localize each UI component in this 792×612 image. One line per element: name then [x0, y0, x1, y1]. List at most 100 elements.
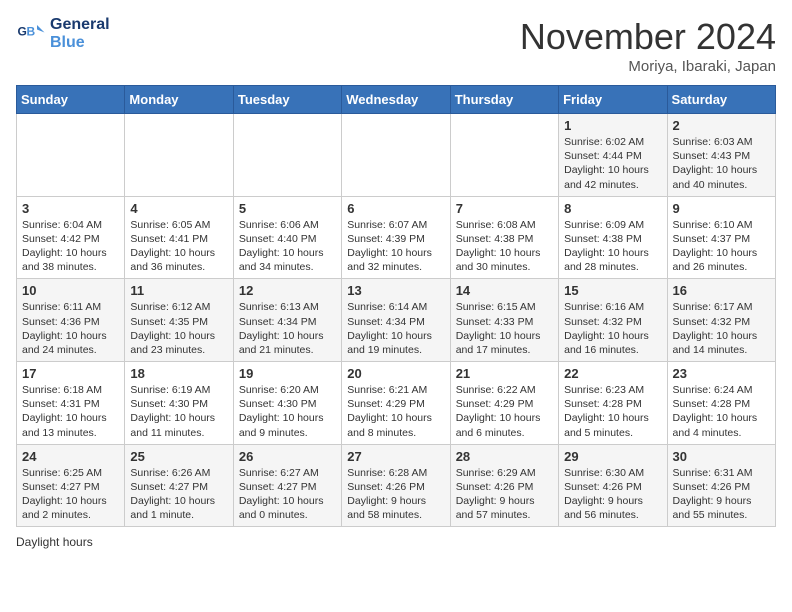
day-number: 3: [22, 201, 119, 216]
calendar-cell: [342, 114, 450, 197]
location-title: Moriya, Ibaraki, Japan: [520, 58, 776, 75]
calendar-cell: 30 Sunrise: 6:31 AMSunset: 4:26 PMDayligh…: [667, 444, 775, 527]
day-info: Sunrise: 6:16 AMSunset: 4:32 PMDaylight:…: [564, 300, 661, 357]
day-info: Sunrise: 6:15 AMSunset: 4:33 PMDaylight:…: [456, 300, 553, 357]
day-info: Sunrise: 6:29 AMSunset: 4:26 PMDaylight:…: [456, 466, 553, 523]
calendar-day-header: Saturday: [667, 86, 775, 114]
calendar-cell: [233, 114, 341, 197]
calendar-day-header: Tuesday: [233, 86, 341, 114]
day-number: 24: [22, 449, 119, 464]
day-info: Sunrise: 6:12 AMSunset: 4:35 PMDaylight:…: [130, 300, 227, 357]
calendar-cell: 24 Sunrise: 6:25 AMSunset: 4:27 PMDayligh…: [17, 444, 125, 527]
calendar-week-row: 10 Sunrise: 6:11 AMSunset: 4:36 PMDayligh…: [17, 279, 776, 362]
calendar-cell: 3 Sunrise: 6:04 AMSunset: 4:42 PMDaylight…: [17, 196, 125, 279]
day-number: 22: [564, 366, 661, 381]
calendar-day-header: Monday: [125, 86, 233, 114]
calendar-day-header: Sunday: [17, 86, 125, 114]
day-info: Sunrise: 6:23 AMSunset: 4:28 PMDaylight:…: [564, 383, 661, 440]
day-info: Sunrise: 6:09 AMSunset: 4:38 PMDaylight:…: [564, 218, 661, 275]
calendar-cell: 26 Sunrise: 6:27 AMSunset: 4:27 PMDayligh…: [233, 444, 341, 527]
day-info: Sunrise: 6:25 AMSunset: 4:27 PMDaylight:…: [22, 466, 119, 523]
day-info: Sunrise: 6:27 AMSunset: 4:27 PMDaylight:…: [239, 466, 336, 523]
day-info: Sunrise: 6:06 AMSunset: 4:40 PMDaylight:…: [239, 218, 336, 275]
day-number: 29: [564, 449, 661, 464]
day-number: 18: [130, 366, 227, 381]
day-number: 8: [564, 201, 661, 216]
day-info: Sunrise: 6:22 AMSunset: 4:29 PMDaylight:…: [456, 383, 553, 440]
day-info: Sunrise: 6:11 AMSunset: 4:36 PMDaylight:…: [22, 300, 119, 357]
day-info: Sunrise: 6:31 AMSunset: 4:26 PMDaylight:…: [673, 466, 770, 523]
day-number: 26: [239, 449, 336, 464]
calendar-cell: 5 Sunrise: 6:06 AMSunset: 4:40 PMDaylight…: [233, 196, 341, 279]
day-number: 30: [673, 449, 770, 464]
calendar-cell: 22 Sunrise: 6:23 AMSunset: 4:28 PMDayligh…: [559, 362, 667, 445]
calendar-cell: 17Sunrise: 6:18 AMSunset: 4:31 PMDayligh…: [17, 362, 125, 445]
calendar-cell: 23Sunrise: 6:24 AMSunset: 4:28 PMDayligh…: [667, 362, 775, 445]
day-number: 20: [347, 366, 444, 381]
day-info: Sunrise: 6:03 AMSunset: 4:43 PMDaylight:…: [673, 135, 770, 192]
day-info: Sunrise: 6:13 AMSunset: 4:34 PMDaylight:…: [239, 300, 336, 357]
calendar-cell: 21 Sunrise: 6:22 AMSunset: 4:29 PMDayligh…: [450, 362, 558, 445]
day-info: Sunrise: 6:04 AMSunset: 4:42 PMDaylight:…: [22, 218, 119, 275]
calendar-cell: 14 Sunrise: 6:15 AMSunset: 4:33 PMDayligh…: [450, 279, 558, 362]
calendar-cell: 12 Sunrise: 6:13 AMSunset: 4:34 PMDayligh…: [233, 279, 341, 362]
day-number: 6: [347, 201, 444, 216]
calendar-cell: 15Sunrise: 6:16 AMSunset: 4:32 PMDayligh…: [559, 279, 667, 362]
day-number: 14: [456, 283, 553, 298]
day-number: 11: [130, 283, 227, 298]
calendar-cell: 19Sunrise: 6:20 AMSunset: 4:30 PMDayligh…: [233, 362, 341, 445]
day-info: Sunrise: 6:28 AMSunset: 4:26 PMDaylight:…: [347, 466, 444, 523]
day-number: 9: [673, 201, 770, 216]
calendar-cell: 16Sunrise: 6:17 AMSunset: 4:32 PMDayligh…: [667, 279, 775, 362]
calendar-cell: [450, 114, 558, 197]
calendar-cell: 1Sunrise: 6:02 AMSunset: 4:44 PMDaylight…: [559, 114, 667, 197]
calendar-table: SundayMondayTuesdayWednesdayThursdayFrid…: [16, 85, 776, 527]
day-info: Sunrise: 6:08 AMSunset: 4:38 PMDaylight:…: [456, 218, 553, 275]
calendar-week-row: 24 Sunrise: 6:25 AMSunset: 4:27 PMDayligh…: [17, 444, 776, 527]
day-number: 21: [456, 366, 553, 381]
calendar-cell: 4 Sunrise: 6:05 AMSunset: 4:41 PMDaylight…: [125, 196, 233, 279]
logo-icon: G B: [16, 19, 46, 49]
logo-line1: General: [50, 16, 110, 34]
svg-text:B: B: [27, 24, 36, 38]
day-info: Sunrise: 6:26 AMSunset: 4:27 PMDaylight:…: [130, 466, 227, 523]
calendar-body: 1Sunrise: 6:02 AMSunset: 4:44 PMDaylight…: [17, 114, 776, 527]
calendar-cell: 11 Sunrise: 6:12 AMSunset: 4:35 PMDayligh…: [125, 279, 233, 362]
month-title: November 2024: [520, 16, 776, 58]
day-number: 1: [564, 118, 661, 133]
svg-text:G: G: [18, 24, 27, 38]
day-number: 27: [347, 449, 444, 464]
day-info: Sunrise: 6:14 AMSunset: 4:34 PMDaylight:…: [347, 300, 444, 357]
calendar-cell: 28 Sunrise: 6:29 AMSunset: 4:26 PMDayligh…: [450, 444, 558, 527]
calendar-day-header: Wednesday: [342, 86, 450, 114]
day-info: Sunrise: 6:05 AMSunset: 4:41 PMDaylight:…: [130, 218, 227, 275]
calendar-cell: 9 Sunrise: 6:10 AMSunset: 4:37 PMDaylight…: [667, 196, 775, 279]
calendar-day-header: Friday: [559, 86, 667, 114]
day-number: 12: [239, 283, 336, 298]
day-number: 23: [673, 366, 770, 381]
calendar-week-row: 3 Sunrise: 6:04 AMSunset: 4:42 PMDaylight…: [17, 196, 776, 279]
day-info: Sunrise: 6:19 AMSunset: 4:30 PMDaylight:…: [130, 383, 227, 440]
day-number: 4: [130, 201, 227, 216]
day-info: Sunrise: 6:20 AMSunset: 4:30 PMDaylight:…: [239, 383, 336, 440]
day-info: Sunrise: 6:10 AMSunset: 4:37 PMDaylight:…: [673, 218, 770, 275]
calendar-cell: 7Sunrise: 6:08 AMSunset: 4:38 PMDaylight…: [450, 196, 558, 279]
day-number: 5: [239, 201, 336, 216]
day-number: 10: [22, 283, 119, 298]
day-info: Sunrise: 6:30 AMSunset: 4:26 PMDaylight:…: [564, 466, 661, 523]
day-number: 28: [456, 449, 553, 464]
calendar-footer: Daylight hours: [16, 535, 776, 549]
daylight-label: Daylight hours: [16, 535, 93, 549]
page-header: G B General Blue November 2024 Moriya, I…: [16, 16, 776, 75]
logo: G B General Blue: [16, 16, 110, 51]
calendar-week-row: 17Sunrise: 6:18 AMSunset: 4:31 PMDayligh…: [17, 362, 776, 445]
day-number: 25: [130, 449, 227, 464]
title-block: November 2024 Moriya, Ibaraki, Japan: [520, 16, 776, 75]
calendar-cell: 6 Sunrise: 6:07 AMSunset: 4:39 PMDaylight…: [342, 196, 450, 279]
calendar-cell: 13Sunrise: 6:14 AMSunset: 4:34 PMDayligh…: [342, 279, 450, 362]
calendar-cell: 25 Sunrise: 6:26 AMSunset: 4:27 PMDayligh…: [125, 444, 233, 527]
logo-line2: Blue: [50, 34, 110, 52]
day-info: Sunrise: 6:07 AMSunset: 4:39 PMDaylight:…: [347, 218, 444, 275]
calendar-week-row: 1Sunrise: 6:02 AMSunset: 4:44 PMDaylight…: [17, 114, 776, 197]
day-info: Sunrise: 6:18 AMSunset: 4:31 PMDaylight:…: [22, 383, 119, 440]
